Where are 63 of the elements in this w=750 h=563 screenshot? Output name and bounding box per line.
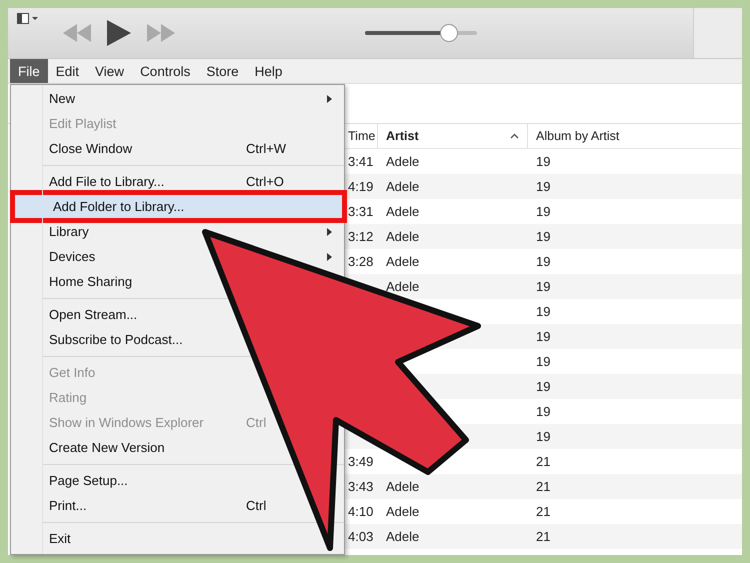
- menu-item[interactable]: Subscribe to Podcast...: [49, 332, 183, 347]
- table-cell: 19: [536, 404, 550, 419]
- sort-caret-icon: [510, 133, 519, 139]
- table-cell: 3:43: [348, 479, 374, 494]
- table-cell: 19: [536, 379, 550, 394]
- table-cell: 21: [536, 529, 550, 544]
- table-cell: Adele: [386, 179, 420, 194]
- menu-item[interactable]: New: [49, 91, 76, 106]
- table-cell: 3:41: [348, 154, 374, 169]
- shortcut-label: Ctrl+W: [246, 141, 286, 156]
- table-cell: 19: [536, 179, 550, 194]
- table-cell: Adele: [386, 529, 420, 544]
- table-cell: Adele: [386, 204, 420, 219]
- table-cell: 19: [536, 354, 550, 369]
- play-icon[interactable]: [107, 20, 131, 46]
- table-cell: Adele: [386, 154, 420, 169]
- menu-item[interactable]: Exit: [49, 531, 71, 546]
- table-cell: 19: [536, 279, 550, 294]
- shortcut-label: Ctrl+O: [246, 174, 284, 189]
- table-cell: 3:31: [348, 204, 374, 219]
- table-cell: 19: [536, 304, 550, 319]
- menu-bar-item[interactable]: Store: [198, 59, 247, 83]
- table-cell: 19: [536, 429, 550, 444]
- table-cell: Adele: [386, 229, 420, 244]
- table-cell: 3:49: [348, 454, 374, 469]
- table-cell: 3:28: [348, 254, 374, 269]
- table-cell: Adele: [386, 504, 420, 519]
- shortcut-label: Ctrl: [246, 415, 266, 430]
- table-cell: Adele: [386, 279, 420, 294]
- menu-item[interactable]: Print...: [49, 498, 87, 513]
- table-cell: 4:10: [348, 504, 374, 519]
- column-header[interactable]: Album by Artist: [528, 124, 742, 148]
- table-cell: 4:03: [348, 529, 374, 544]
- volume-slider[interactable]: [365, 24, 477, 42]
- table-cell: 21: [536, 504, 550, 519]
- table-cell: 21: [536, 454, 550, 469]
- menu-bar-item[interactable]: Edit: [48, 59, 88, 83]
- table-cell: Adele: [386, 479, 420, 494]
- table-cell: 19: [536, 154, 550, 169]
- menu-item[interactable]: Close Window: [49, 141, 132, 156]
- sidebar-toggle-icon[interactable]: [17, 13, 39, 25]
- menu-bar-item[interactable]: Help: [246, 59, 290, 83]
- menu-item[interactable]: Add File to Library...: [49, 174, 164, 189]
- shortcut-label: Ctrl: [246, 498, 266, 513]
- column-header[interactable]: Artist: [378, 124, 528, 148]
- table-cell: 19: [536, 254, 550, 269]
- table-cell: 19: [536, 329, 550, 344]
- menu-item[interactable]: Add Folder to Library...: [15, 195, 342, 218]
- menu-item[interactable]: Open Stream...: [49, 307, 138, 322]
- menu-bar-item[interactable]: Controls: [132, 59, 198, 83]
- menu-item[interactable]: Home Sharing: [49, 274, 132, 289]
- menu-item[interactable]: Library: [49, 224, 89, 239]
- table-cell: 3:12: [348, 229, 374, 244]
- table-cell: 4:19: [348, 179, 374, 194]
- table-cell: 19: [536, 229, 550, 244]
- table-cell: 21: [536, 479, 550, 494]
- menu-item[interactable]: Devices: [49, 249, 96, 264]
- table-cell: Adele: [386, 254, 420, 269]
- menu-bar-item[interactable]: File: [10, 59, 48, 83]
- menu-bar-item[interactable]: View: [87, 59, 132, 83]
- menu-item[interactable]: Create New Version: [49, 440, 165, 455]
- menu-item[interactable]: Page Setup...: [49, 473, 128, 488]
- table-cell: 19: [536, 204, 550, 219]
